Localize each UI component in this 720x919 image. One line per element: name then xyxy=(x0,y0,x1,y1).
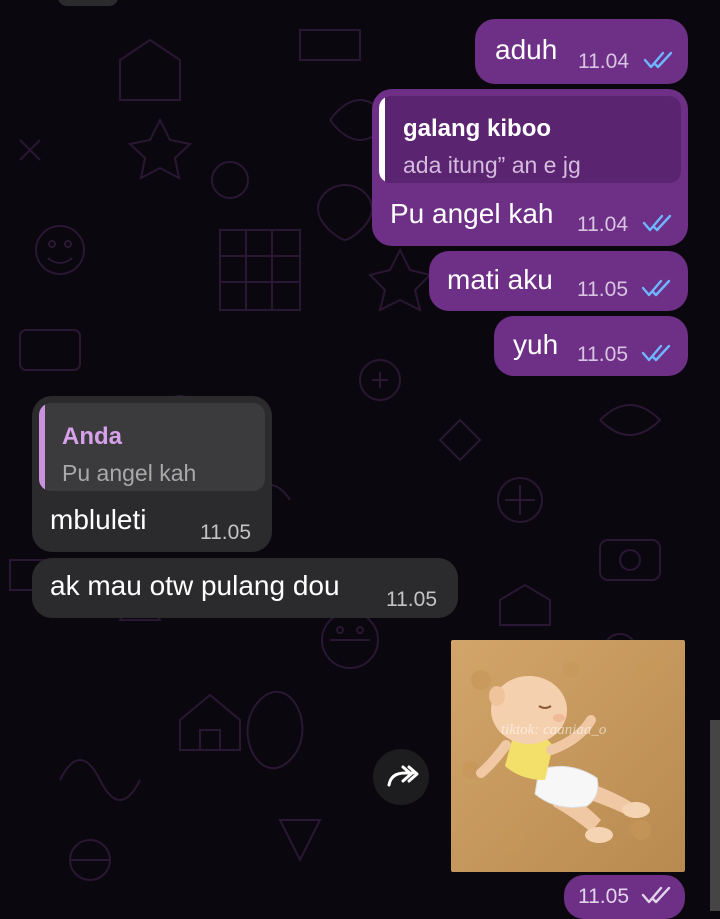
scroll-indicator[interactable] xyxy=(710,720,720,911)
previous-message-edge xyxy=(58,0,118,6)
message-bubble-outgoing[interactable]: mati aku 11.05 xyxy=(429,251,688,311)
reply-quote[interactable]: Anda Pu angel kah xyxy=(39,403,265,491)
message-bubble-incoming-reply[interactable]: Anda Pu angel kah mbluleti 11.05 xyxy=(32,396,272,552)
double-check-icon xyxy=(641,344,671,362)
message-bubble-incoming[interactable]: ak mau otw pulang dou 11.05 xyxy=(32,558,458,618)
quote-text: Pu angel kah xyxy=(62,460,197,486)
forward-arrow-icon xyxy=(387,765,419,787)
message-time: 11.05 xyxy=(578,885,629,908)
message-time: 11.05 xyxy=(577,343,628,366)
sticker-image[interactable]: tiktok: caaniaa_o xyxy=(451,640,685,872)
quote-accent-bar xyxy=(39,403,45,491)
sticker-time-pill: 11.05 xyxy=(564,875,685,919)
message-text: mbluleti xyxy=(50,504,147,535)
message-text: mati aku xyxy=(447,264,553,295)
forward-button[interactable] xyxy=(373,749,429,805)
message-time: 11.05 xyxy=(577,278,628,301)
reply-quote[interactable]: galang kiboo ada itung” an e jg xyxy=(379,96,681,183)
message-text: ak mau otw pulang dou xyxy=(50,570,340,601)
message-bubble-outgoing[interactable]: yuh 11.05 xyxy=(494,316,688,376)
message-time: 11.04 xyxy=(578,50,629,73)
sleeping-cartoon-boy-illustration: tiktok: caaniaa_o xyxy=(451,640,685,872)
double-check-icon xyxy=(643,51,673,69)
message-text: yuh xyxy=(513,329,559,360)
message-time: 11.04 xyxy=(577,213,628,236)
quote-accent-bar xyxy=(379,96,385,183)
sticker-watermark: tiktok: caaniaa_o xyxy=(501,722,607,738)
message-time: 11.05 xyxy=(386,588,437,611)
quote-author: galang kiboo xyxy=(403,115,552,142)
quote-author: Anda xyxy=(62,423,122,450)
message-time: 11.05 xyxy=(200,521,251,544)
message-text: aduh xyxy=(495,34,558,65)
message-text: Pu angel kah xyxy=(390,198,554,229)
double-check-icon xyxy=(642,214,672,232)
double-check-icon xyxy=(641,886,671,904)
message-bubble-outgoing[interactable]: aduh 11.04 xyxy=(475,19,688,84)
quote-text: ada itung” an e jg xyxy=(403,152,581,178)
message-bubble-outgoing-reply[interactable]: galang kiboo ada itung” an e jg Pu angel… xyxy=(372,89,688,246)
double-check-icon xyxy=(641,279,671,297)
